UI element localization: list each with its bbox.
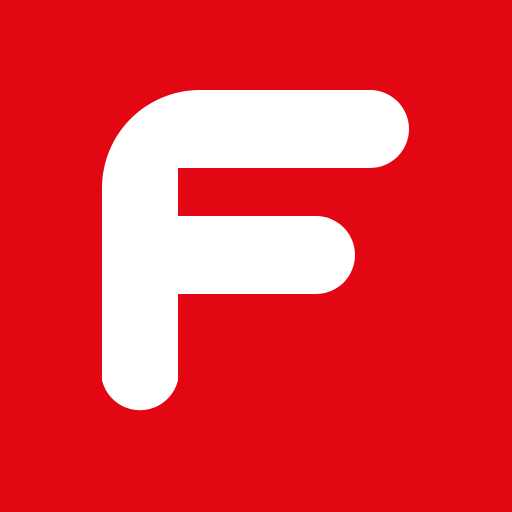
f-logo-icon (0, 0, 512, 512)
letter-f-middle-bar (178, 216, 355, 294)
app-icon (0, 0, 512, 512)
